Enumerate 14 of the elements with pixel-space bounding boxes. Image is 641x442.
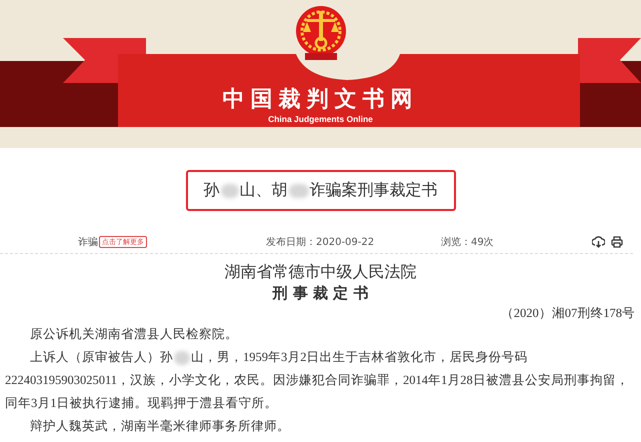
judgment-paragraph: 上诉人（原审被告人）孙 山，男，1959年3月2日出生于吉林省敦化市，居民身份号码222403195903025011，汉族，小学文化，农民。因涉嫌犯合同诈骗罪，2014年1月28日被澧县公安局刑事拘留，同年3月1日被执行逮捕。现羁押于澧县看守所。 [4,349,630,412]
print-icon[interactable] [611,236,623,248]
site-subtitle: China Judgements Online [268,113,373,125]
case-category: 诈骗 [78,236,98,249]
document-title: 孙 山、胡 诈骗案刑事裁定书 [186,170,456,211]
view-count: 浏览：49次 [441,236,495,249]
download-icon[interactable] [592,236,605,248]
judgment-paragraph: 原公诉机关湖南省澧县人民检察院。 [29,326,239,343]
document-type: 刑 事 裁 定 书 [271,283,370,303]
case-number: （2020）湘07刑终178号 [500,305,636,322]
publish-date: 发布日期：2020-09-22 [266,236,376,249]
judgment-paragraph: 辩护人魏英武，湖南半毫米律师事务所律师。 [29,418,291,435]
court-name: 湖南省常德市中级人民法院 [224,261,418,283]
site-title: 中国裁判文书网 [222,87,418,113]
